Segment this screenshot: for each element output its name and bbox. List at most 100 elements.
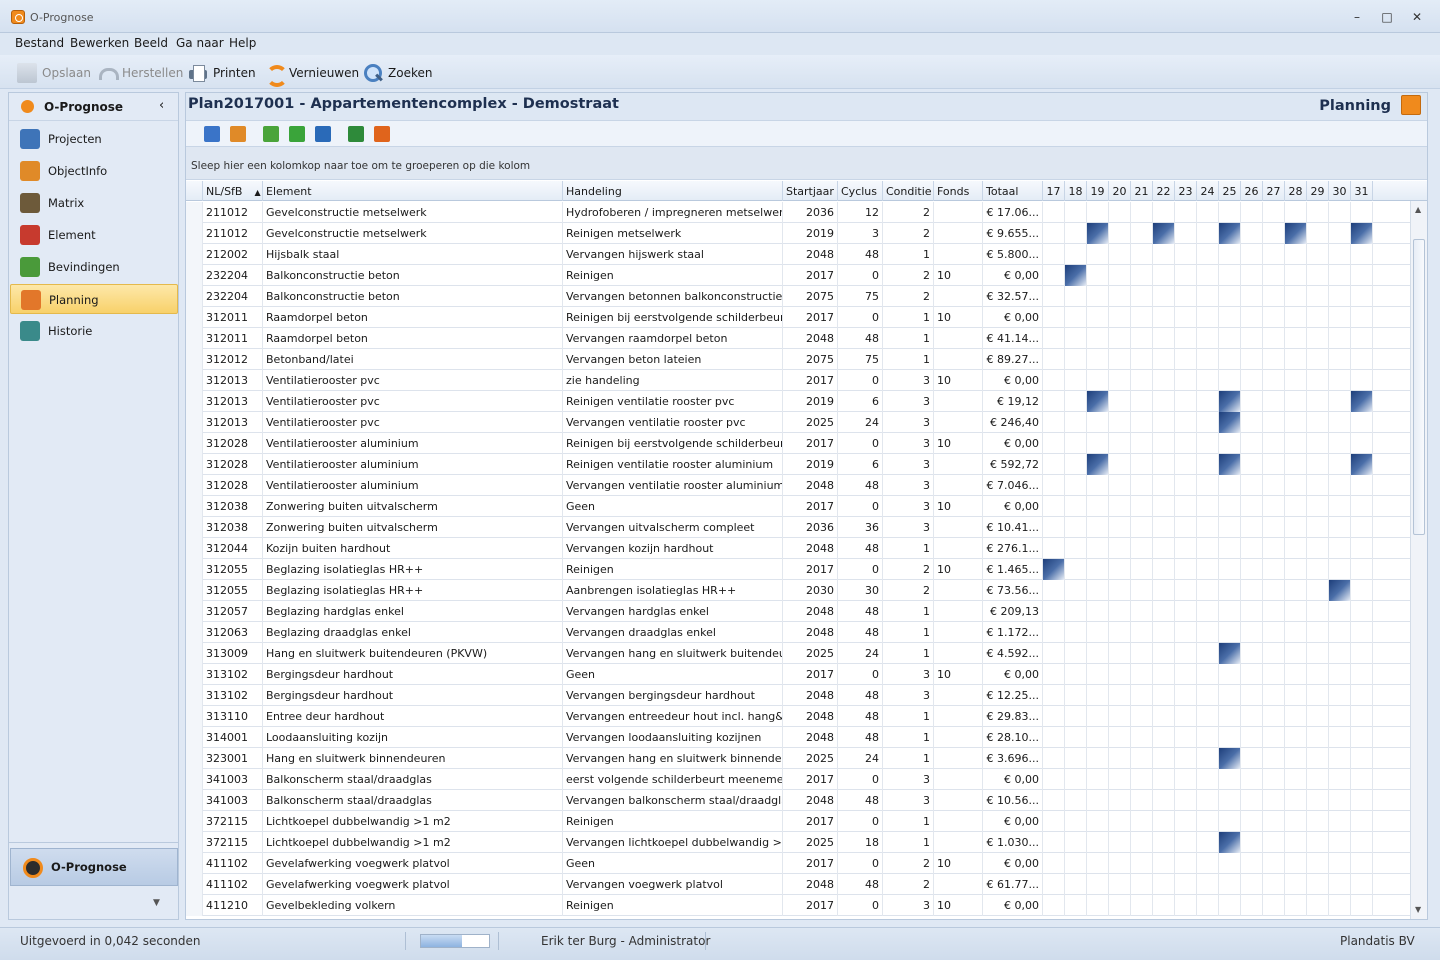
chevron-down-icon[interactable]: ▼ bbox=[153, 898, 160, 908]
table-cell[interactable]: 3 bbox=[883, 496, 934, 517]
column-header-totaal[interactable]: Totaal bbox=[983, 181, 1043, 201]
table-cell[interactable]: 341003 bbox=[203, 769, 263, 790]
table-cell[interactable]: 2036 bbox=[783, 202, 838, 223]
planning-cell[interactable] bbox=[1197, 433, 1219, 454]
table-cell[interactable]: 211012 bbox=[203, 202, 263, 223]
planning-cell[interactable] bbox=[1175, 874, 1197, 895]
planned-action-marker[interactable] bbox=[1087, 454, 1109, 475]
row-selector[interactable] bbox=[186, 664, 203, 685]
print-orange-icon[interactable] bbox=[374, 126, 390, 142]
planning-cell[interactable] bbox=[1219, 496, 1241, 517]
table-cell[interactable]: 0 bbox=[838, 895, 883, 916]
planning-cell[interactable] bbox=[1153, 475, 1175, 496]
planning-cell[interactable] bbox=[1351, 580, 1373, 601]
table-cell[interactable]: 48 bbox=[838, 601, 883, 622]
planning-cell[interactable] bbox=[1131, 664, 1153, 685]
table-cell[interactable]: Zonwering buiten uitvalscherm bbox=[263, 496, 563, 517]
planning-cell[interactable] bbox=[1153, 664, 1175, 685]
planning-cell[interactable] bbox=[1175, 769, 1197, 790]
column-header-element[interactable]: Element bbox=[263, 181, 563, 201]
table-cell[interactable]: Beglazing draadglas enkel bbox=[263, 622, 563, 643]
planning-cell[interactable] bbox=[1065, 328, 1087, 349]
table-cell[interactable]: 0 bbox=[838, 853, 883, 874]
planning-cell[interactable] bbox=[1219, 433, 1241, 454]
table-cell[interactable]: 10 bbox=[934, 895, 983, 916]
planned-action-marker[interactable] bbox=[1351, 391, 1373, 412]
table-cell[interactable]: Bergingsdeur hardhout bbox=[263, 685, 563, 706]
planning-cell[interactable] bbox=[1307, 370, 1329, 391]
table-cell[interactable]: € 19,12 bbox=[983, 391, 1043, 412]
table-cell[interactable]: 6 bbox=[838, 391, 883, 412]
table-cell[interactable]: 312063 bbox=[203, 622, 263, 643]
planning-cell[interactable] bbox=[1087, 727, 1109, 748]
table-cell[interactable]: Vervangen ventilatie rooster pvc bbox=[563, 412, 783, 433]
planning-cell[interactable] bbox=[1043, 244, 1065, 265]
planning-cell[interactable] bbox=[1065, 748, 1087, 769]
table-cell[interactable]: Vervangen hang en sluitwerk buitendeure.… bbox=[563, 643, 783, 664]
planned-action-marker[interactable] bbox=[1351, 223, 1373, 244]
table-cell[interactable]: 2030 bbox=[783, 580, 838, 601]
planning-cell[interactable] bbox=[1197, 790, 1219, 811]
table-cell[interactable]: 312028 bbox=[203, 475, 263, 496]
table-cell[interactable]: Gevelconstructie metselwerk bbox=[263, 223, 563, 244]
planning-cell[interactable] bbox=[1131, 832, 1153, 853]
planning-cell[interactable] bbox=[1043, 538, 1065, 559]
table-cell[interactable]: Vervangen draadglas enkel bbox=[563, 622, 783, 643]
planning-cell[interactable] bbox=[1307, 874, 1329, 895]
planning-cell[interactable] bbox=[1131, 790, 1153, 811]
planning-cell[interactable] bbox=[1175, 391, 1197, 412]
table-cell[interactable]: € 1.172... bbox=[983, 622, 1043, 643]
table-cell[interactable]: Vervangen entreedeur hout incl. hang&sl.… bbox=[563, 706, 783, 727]
row-selector[interactable] bbox=[186, 223, 203, 244]
table-cell[interactable]: € 5.800... bbox=[983, 244, 1043, 265]
planning-cell[interactable] bbox=[1263, 790, 1285, 811]
planning-cell[interactable] bbox=[1285, 286, 1307, 307]
planning-cell[interactable] bbox=[1175, 265, 1197, 286]
planning-cell[interactable] bbox=[1329, 517, 1351, 538]
planning-cell[interactable] bbox=[1131, 454, 1153, 475]
table-cell[interactable]: 312013 bbox=[203, 391, 263, 412]
table-cell[interactable]: 2017 bbox=[783, 496, 838, 517]
planning-cell[interactable] bbox=[1197, 769, 1219, 790]
planning-cell[interactable] bbox=[1197, 391, 1219, 412]
table-cell[interactable]: € 0,00 bbox=[983, 811, 1043, 832]
table-row[interactable]: 312063 Beglazing draadglas enkel Vervangen… bbox=[186, 622, 1410, 643]
table-cell[interactable]: € 73.56... bbox=[983, 580, 1043, 601]
table-cell[interactable]: 48 bbox=[838, 328, 883, 349]
row-selector[interactable] bbox=[186, 790, 203, 811]
planning-cell[interactable] bbox=[1153, 601, 1175, 622]
row-selector[interactable] bbox=[186, 475, 203, 496]
row-selector[interactable] bbox=[186, 811, 203, 832]
table-cell[interactable]: Lichtkoepel dubbelwandig >1 m2 bbox=[263, 832, 563, 853]
planning-cell[interactable] bbox=[1175, 685, 1197, 706]
planned-action-marker[interactable] bbox=[1219, 832, 1241, 853]
table-cell[interactable]: 2 bbox=[883, 202, 934, 223]
planning-cell[interactable] bbox=[1285, 496, 1307, 517]
planning-cell[interactable] bbox=[1065, 454, 1087, 475]
table-cell[interactable]: 10 bbox=[934, 559, 983, 580]
table-cell[interactable]: Hang en sluitwerk buitendeuren (PKVW) bbox=[263, 643, 563, 664]
planning-cell[interactable] bbox=[1087, 265, 1109, 286]
planning-cell[interactable] bbox=[1241, 685, 1263, 706]
planning-cell[interactable] bbox=[1351, 811, 1373, 832]
planning-cell[interactable] bbox=[1263, 853, 1285, 874]
table-cell[interactable]: Vervangen betonnen balkonconstructie bbox=[563, 286, 783, 307]
planning-cell[interactable] bbox=[1175, 580, 1197, 601]
planning-cell[interactable] bbox=[1065, 790, 1087, 811]
planning-cell[interactable] bbox=[1285, 706, 1307, 727]
planning-cell[interactable] bbox=[1329, 664, 1351, 685]
table-cell[interactable]: Bergingsdeur hardhout bbox=[263, 664, 563, 685]
menu-ga-naar[interactable]: Ga naar bbox=[176, 36, 224, 50]
planning-cell[interactable] bbox=[1263, 328, 1285, 349]
planning-cell[interactable] bbox=[1087, 349, 1109, 370]
save-button[interactable]: Opslaan bbox=[17, 62, 91, 84]
planning-cell[interactable] bbox=[1263, 433, 1285, 454]
table-cell[interactable]: 2048 bbox=[783, 790, 838, 811]
planning-cell[interactable] bbox=[1131, 622, 1153, 643]
planning-cell[interactable] bbox=[1285, 685, 1307, 706]
table-cell[interactable]: 10 bbox=[934, 496, 983, 517]
table-cell[interactable]: € 0,00 bbox=[983, 853, 1043, 874]
planning-cell[interactable] bbox=[1043, 853, 1065, 874]
table-cell[interactable] bbox=[934, 748, 983, 769]
planning-cell[interactable] bbox=[1219, 349, 1241, 370]
